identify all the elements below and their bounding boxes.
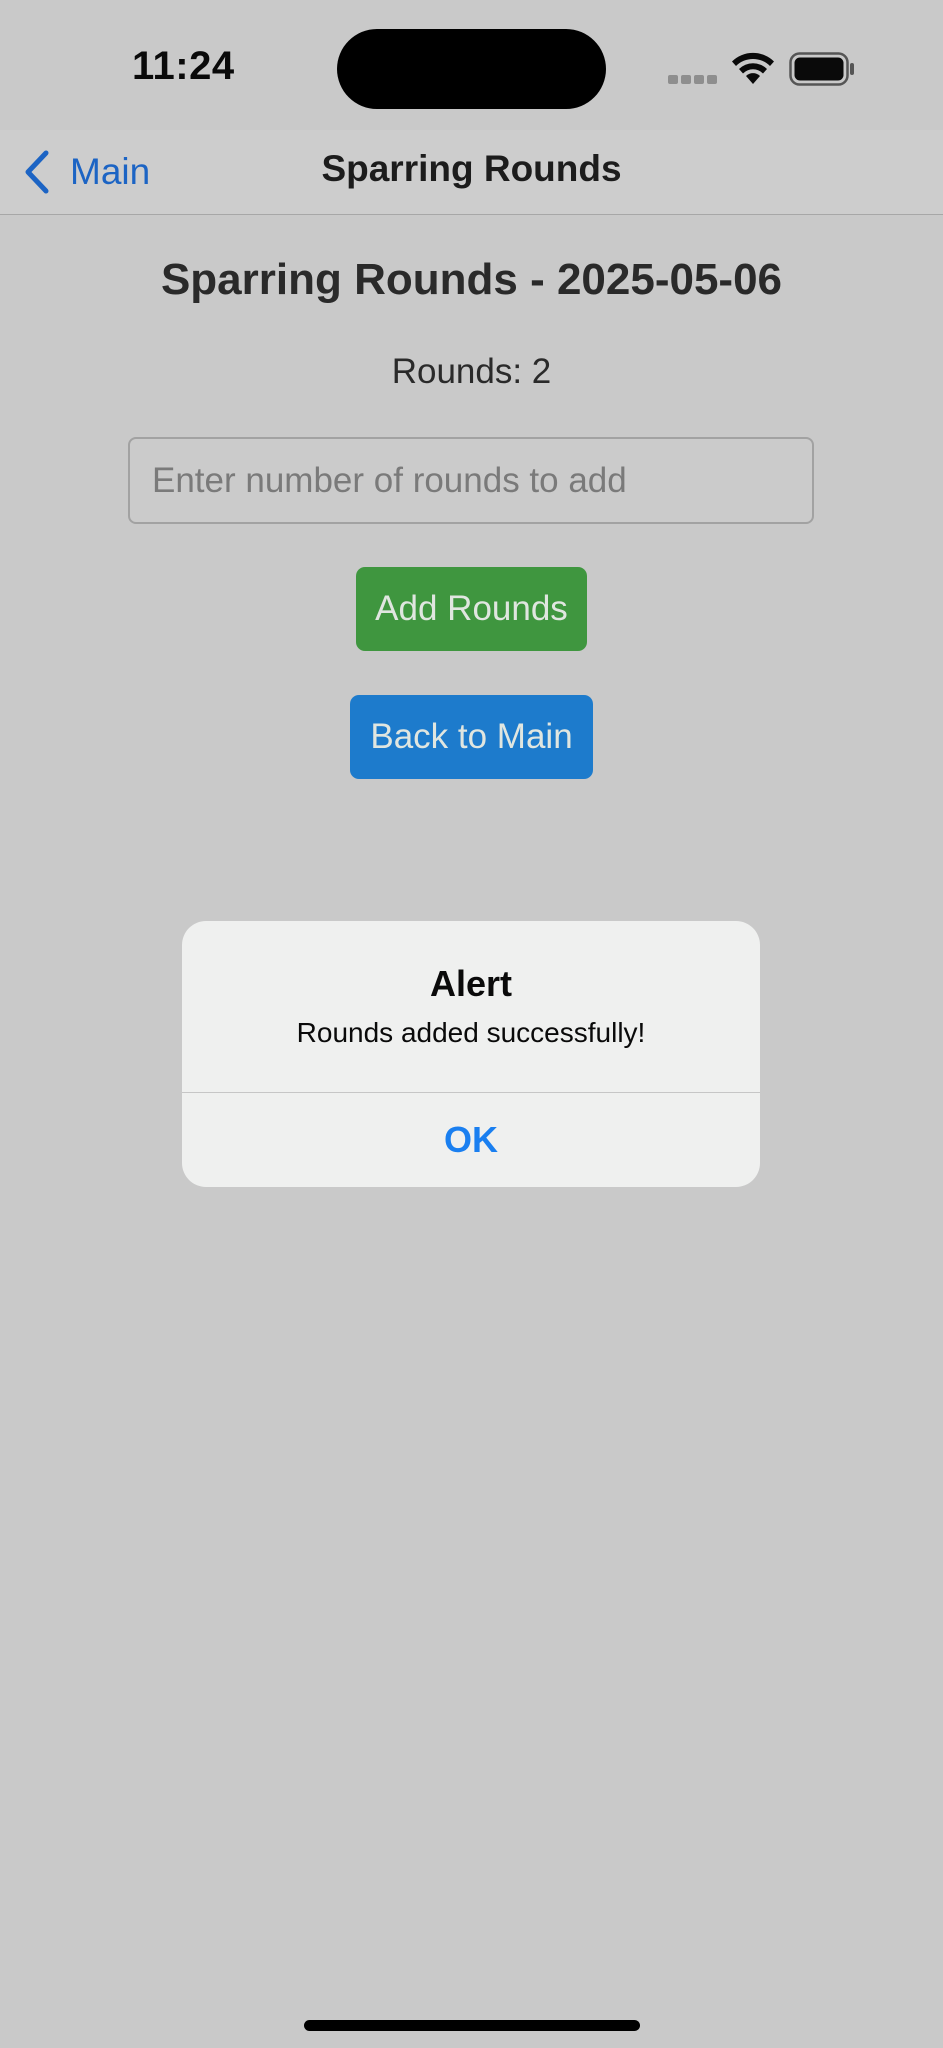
alert-dialog: Alert Rounds added successfully! OK [182, 921, 760, 1187]
alert-title: Alert [429, 963, 513, 1004]
nav-title: Sparring Rounds [321, 148, 622, 189]
alert-ok-button[interactable]: OK [182, 1093, 760, 1187]
add-rounds-button[interactable]: Add Rounds [356, 567, 587, 651]
back-to-main-button[interactable]: Back to Main [350, 695, 593, 779]
wifi-icon [732, 52, 774, 84]
page-heading: Sparring Rounds - 2025-05-06 [160, 255, 783, 304]
status-time: 11:24 [132, 44, 235, 88]
alert-message: Rounds added successfully! [296, 1017, 646, 1048]
navigation-bar: Main Sparring Rounds [0, 130, 943, 215]
dynamic-island [337, 29, 606, 109]
rounds-count: Rounds: 2 [391, 352, 552, 391]
rounds-input[interactable] [128, 437, 814, 524]
home-indicator [304, 2020, 640, 2031]
signal-dots-icon [668, 73, 718, 85]
status-bar: 11:24 [0, 0, 943, 140]
battery-icon [789, 52, 854, 86]
